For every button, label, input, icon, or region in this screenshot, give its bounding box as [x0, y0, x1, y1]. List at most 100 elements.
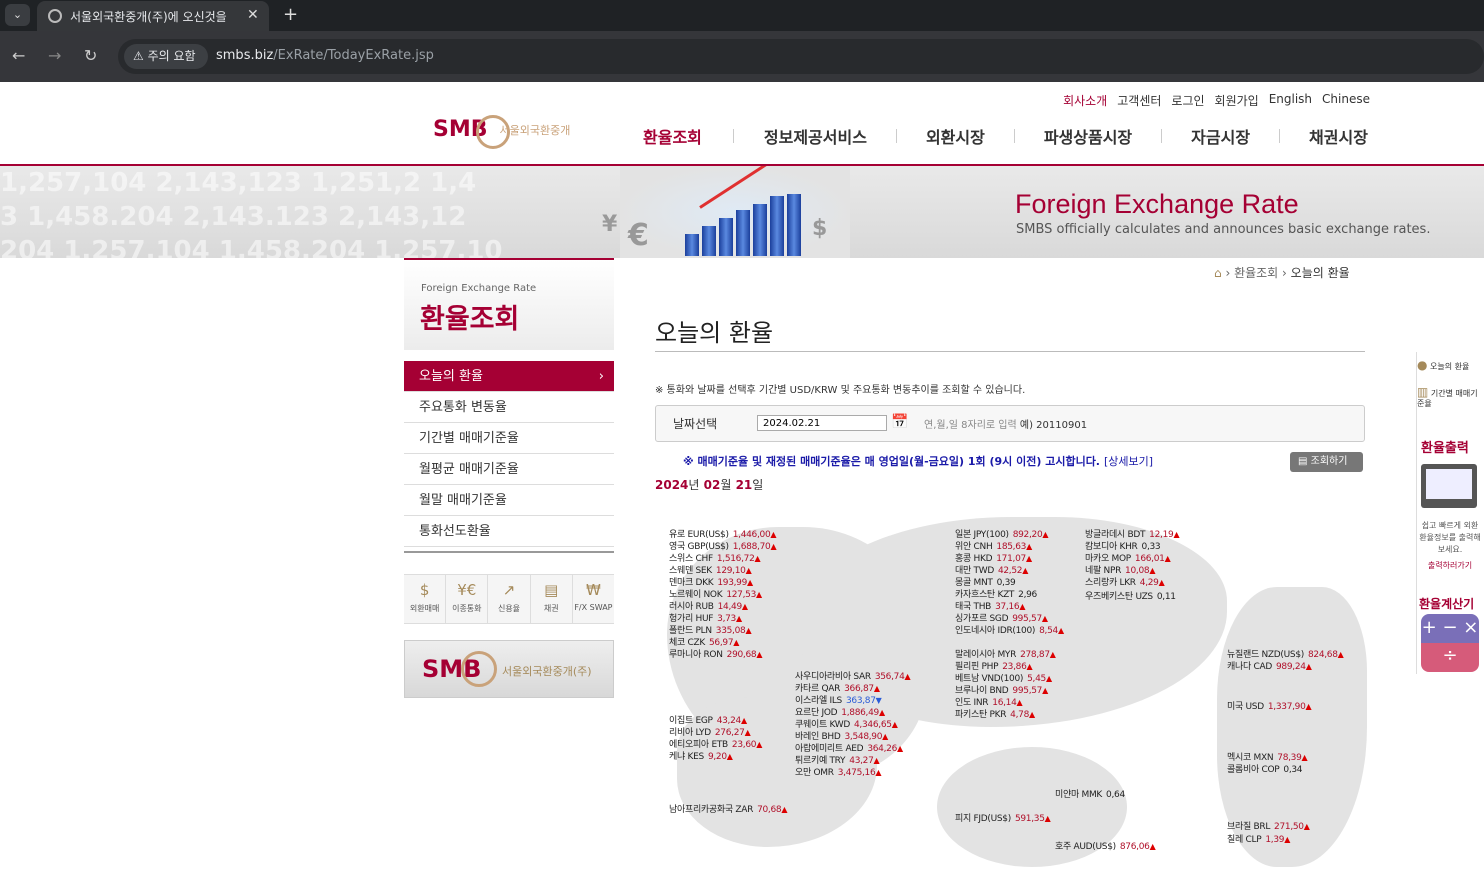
browser-tab[interactable]: 서울외국환중개(주)에 오신것을 ✕	[37, 1, 269, 31]
sidebar-item-forward-rate[interactable]: 통화선도환율	[404, 516, 614, 547]
rate-item[interactable]: 아랍에미리트 AED 364,26▲	[795, 743, 903, 755]
rate-item[interactable]: 브루나이 BND 995,57▲	[955, 685, 1048, 697]
link-support[interactable]: 고객센터	[1117, 92, 1161, 109]
date-input[interactable]	[757, 415, 887, 431]
rate-item[interactable]: 유로 EUR(US$) 1,446,00▲	[669, 529, 777, 541]
rate-item[interactable]: 대만 TWD 42,52▲	[955, 565, 1028, 577]
rate-item[interactable]: 노르웨이 NOK 127,53▲	[669, 589, 762, 601]
sidebar-item-today-rate[interactable]: 오늘의 환율 ›	[404, 361, 614, 392]
rate-item[interactable]: 리비아 LYD 276,27▲	[669, 727, 751, 739]
sidebar-item-month-end[interactable]: 월말 매매기준율	[404, 485, 614, 516]
rate-item[interactable]: 칠레 CLP 1,39▲	[1227, 834, 1290, 846]
nav-money-market[interactable]: 자금시장	[1191, 124, 1250, 147]
sidebar-item-monthly-avg[interactable]: 월평균 매매기준율	[404, 454, 614, 485]
rate-item[interactable]: 호주 AUD(US$) 876,06▲	[1055, 841, 1156, 853]
nav-info-service[interactable]: 정보제공서비스	[764, 124, 867, 147]
rate-item[interactable]: 홍콩 HKD 171,07▲	[955, 553, 1032, 565]
rate-item[interactable]: 인도 INR 16,14▲	[955, 697, 1023, 709]
rate-item[interactable]: 스위스 CHF 1,516,72▲	[669, 553, 761, 565]
rate-item[interactable]: 위안 CNH 185,63▲	[955, 541, 1032, 553]
icon-menu-credit[interactable]: ↗ 신용율	[488, 575, 531, 623]
rate-item[interactable]: 파키스탄 PKR 4,78▲	[955, 709, 1035, 721]
rate-item[interactable]: 루마니아 RON 290,68▲	[669, 649, 763, 661]
rate-item[interactable]: 영국 GBP(US$) 1,688,70▲	[669, 541, 777, 553]
rate-item[interactable]: 케냐 KES 9,20▲	[669, 751, 733, 763]
rate-item[interactable]: 카자흐스탄 KZT 2,96	[955, 589, 1037, 601]
rate-item[interactable]: 멕시코 MXN 78,39▲	[1227, 752, 1308, 764]
sidebar-item-period-rate[interactable]: 기간별 매매기준율	[404, 423, 614, 454]
rate-item[interactable]: 체코 CZK 56,97▲	[669, 637, 739, 649]
back-icon[interactable]: ←	[12, 46, 25, 65]
reload-icon[interactable]: ↻	[84, 46, 97, 65]
nav-fx-market[interactable]: 외환시장	[926, 124, 985, 147]
breadcrumb-item[interactable]: 환율조회	[1234, 266, 1278, 280]
rate-item[interactable]: 피지 FJD(US$) 591,35▲	[955, 813, 1051, 825]
rate-item[interactable]: 카타르 QAR 366,87▲	[795, 683, 880, 695]
rate-item[interactable]: 사우디아라비아 SAR 356,74▲	[795, 671, 911, 683]
link-company[interactable]: 회사소개	[1063, 92, 1107, 109]
query-button[interactable]: ▤ 조회하기	[1290, 452, 1363, 472]
rate-item[interactable]: 마카오 MOP 166,01▲	[1085, 553, 1171, 565]
security-warning[interactable]: ⚠ 주의 요함	[124, 44, 208, 69]
rate-item[interactable]: 브라질 BRL 271,50▲	[1227, 821, 1310, 833]
nav-bond-market[interactable]: 채권시장	[1309, 124, 1368, 147]
icon-menu-cross-currency[interactable]: ¥€ 이종통화	[446, 575, 489, 623]
rate-item[interactable]: 이집트 EGP 43,24▲	[669, 715, 747, 727]
rate-item[interactable]: 미얀마 MMK 0,64	[1055, 789, 1125, 801]
nav-derivatives[interactable]: 파생상품시장	[1044, 124, 1132, 147]
close-tab-icon[interactable]: ✕	[247, 7, 259, 23]
rate-item[interactable]: 오만 OMR 3,475,16▲	[795, 767, 882, 779]
new-tab-icon[interactable]: +	[283, 4, 298, 25]
rate-item[interactable]: 남아프리카공화국 ZAR 70,68▲	[669, 804, 787, 816]
rate-item[interactable]: 폴란드 PLN 335,08▲	[669, 625, 752, 637]
rate-item[interactable]: 스웨덴 SEK 129,10▲	[669, 565, 752, 577]
link-login[interactable]: 로그인	[1171, 92, 1204, 109]
forward-icon[interactable]: →	[48, 46, 61, 65]
rate-item[interactable]: 태국 THB 37,16▲	[955, 601, 1025, 613]
rate-item[interactable]: 캐나다 CAD 989,24▲	[1227, 661, 1312, 673]
icon-menu-fx-swap[interactable]: ₩ F/X SWAP	[573, 575, 614, 623]
quick-today-rate[interactable]: ● 오늘의 환율	[1417, 358, 1469, 372]
home-icon[interactable]: ⌂	[1214, 266, 1222, 280]
rate-item[interactable]: 이스라엘 ILS 363,87▼	[795, 695, 882, 707]
rate-item[interactable]: 에티오피아 ETB 23,60▲	[669, 739, 762, 751]
rate-item[interactable]: 헝가리 HUF 3,73▲	[669, 613, 742, 625]
tab-search-button[interactable]: ⌄	[5, 4, 30, 26]
link-chinese[interactable]: Chinese	[1322, 92, 1370, 109]
rate-item[interactable]: 필리핀 PHP 23,86▲	[955, 661, 1033, 673]
calendar-icon[interactable]: 📅	[891, 414, 908, 430]
rate-item[interactable]: 미국 USD 1,337,90▲	[1227, 701, 1312, 713]
site-logo[interactable]: SMB 서울외국환중개	[433, 115, 570, 149]
link-english[interactable]: English	[1269, 92, 1312, 109]
rate-item[interactable]: 싱가포르 SGD 995,57▲	[955, 613, 1048, 625]
rate-item[interactable]: 인도네시아 IDR(100) 8,54▲	[955, 625, 1064, 637]
rate-item[interactable]: 바레인 BHD 3,548,90▲	[795, 731, 888, 743]
rate-item[interactable]: 베트남 VND(100) 5,45▲	[955, 673, 1052, 685]
rate-item[interactable]: 튀르키예 TRY 43,27▲	[795, 755, 880, 767]
nav-exchange-rate[interactable]: 환율조회	[643, 124, 702, 147]
quick-period-rate[interactable]: ▥ 기간별 매매기준율	[1417, 386, 1484, 409]
quick-print-link[interactable]: 출력하러가기	[1417, 560, 1483, 571]
icon-menu-fx-trade[interactable]: $ 외환매매	[404, 575, 447, 623]
rate-item[interactable]: 러시아 RUB 14,49▲	[669, 601, 748, 613]
smb-banner[interactable]: SMB 서울외국환중개(주)	[404, 640, 614, 698]
rate-item[interactable]: 방글라데시 BDT 12,19▲	[1085, 529, 1180, 541]
rate-item[interactable]: 뉴질랜드 NZD(US$) 824,68▲	[1227, 649, 1344, 661]
detail-link[interactable]: [상세보기]	[1104, 455, 1153, 468]
rate-item[interactable]: 몽골 MNT 0,39	[955, 577, 1016, 589]
rate-item[interactable]: 말레이시아 MYR 278,87▲	[955, 649, 1056, 661]
link-join[interactable]: 회원가입	[1215, 92, 1259, 109]
url-field[interactable]: ⚠ 주의 요함 smbs.biz/ExRate/TodayExRate.jsp	[118, 39, 1484, 74]
calculator-icon[interactable]: + − × ÷	[1421, 614, 1479, 672]
rate-item[interactable]: 일본 JPY(100) 892,20▲	[955, 529, 1049, 541]
rate-item[interactable]: 네팔 NPR 10,08▲	[1085, 565, 1155, 577]
rate-item[interactable]: 덴마크 DKK 193,99▲	[669, 577, 753, 589]
rate-item[interactable]: 스리랑카 LKR 4,29▲	[1085, 577, 1165, 589]
rate-item[interactable]: 캄보디아 KHR 0,33	[1085, 541, 1161, 553]
rate-item[interactable]: 우즈베키스탄 UZS 0,11	[1085, 591, 1176, 603]
rate-item[interactable]: 콜롬비아 COP 0,34	[1227, 764, 1303, 776]
rate-item[interactable]: 쿠웨이트 KWD 4,346,65▲	[795, 719, 898, 731]
icon-menu-bond[interactable]: ▤ 채권	[531, 575, 573, 623]
rate-item[interactable]: 요르단 JOD 1,886,49▲	[795, 707, 885, 719]
sidebar-item-major-change[interactable]: 주요통화 변동율	[404, 392, 614, 423]
